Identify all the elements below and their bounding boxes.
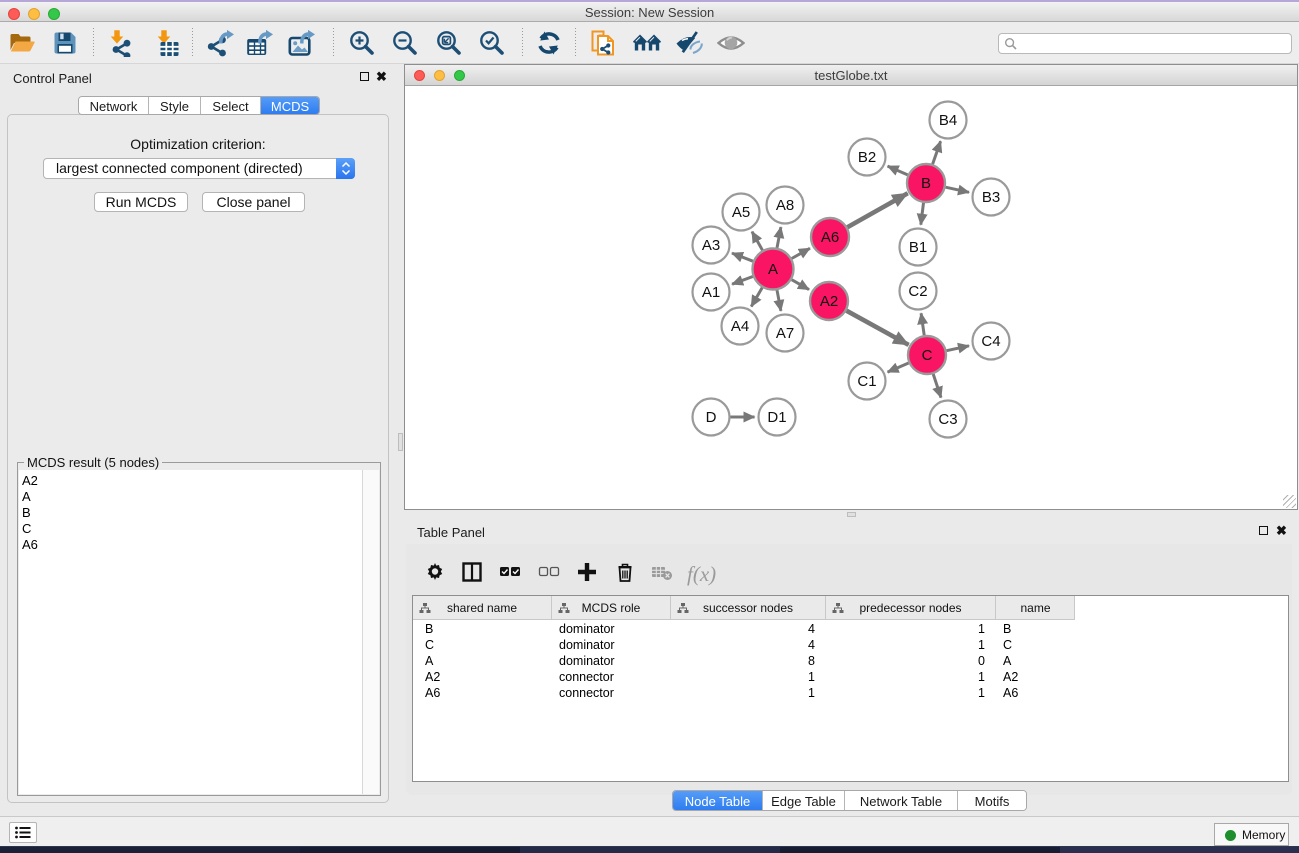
svg-text:A5: A5	[732, 204, 750, 221]
svg-text:B2: B2	[858, 149, 876, 166]
svg-text:D: D	[706, 409, 717, 426]
svg-text:B3: B3	[982, 189, 1000, 206]
svg-text:C: C	[922, 347, 933, 364]
svg-text:C4: C4	[981, 333, 1000, 350]
svg-text:A4: A4	[731, 318, 749, 335]
svg-text:A6: A6	[821, 229, 839, 246]
svg-text:A7: A7	[776, 325, 794, 342]
svg-text:B1: B1	[909, 239, 927, 256]
svg-text:C1: C1	[857, 373, 876, 390]
svg-text:A8: A8	[776, 197, 794, 214]
svg-text:B4: B4	[939, 112, 957, 129]
svg-text:C2: C2	[908, 283, 927, 300]
svg-text:B: B	[921, 175, 931, 192]
svg-text:A: A	[768, 261, 778, 278]
svg-text:A1: A1	[702, 284, 720, 301]
svg-text:A2: A2	[820, 293, 838, 310]
svg-text:D1: D1	[767, 409, 786, 426]
svg-text:A3: A3	[702, 237, 720, 254]
svg-text:C3: C3	[938, 411, 957, 428]
